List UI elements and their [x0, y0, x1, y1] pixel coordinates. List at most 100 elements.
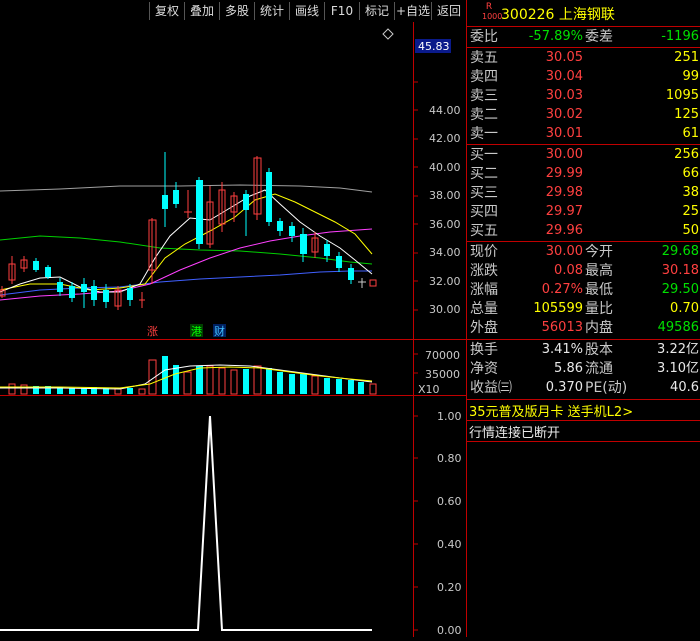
overlay-button[interactable]: 叠加	[184, 2, 219, 20]
buy-volume: 25	[682, 204, 699, 219]
restore-rights-button[interactable]: 复权	[149, 2, 184, 20]
quote-row: 涨跌 0.08 最高 30.18	[467, 262, 700, 280]
buy-row[interactable]: 买二 29.99 66	[467, 164, 700, 184]
sell-volume: 125	[674, 107, 699, 122]
order-ratio-label: 委比	[470, 29, 498, 45]
buy-row[interactable]: 买三 29.98 38	[467, 183, 700, 203]
fundamental-label: 收益㈢	[470, 380, 512, 396]
sell-label: 卖二	[470, 107, 498, 123]
finance-marker[interactable]: 财	[214, 324, 225, 338]
separator	[467, 420, 700, 421]
price-tick: 42.00	[429, 132, 461, 145]
fundamental-label: PE(动)	[585, 380, 628, 396]
add-watchlist-button[interactable]: +自选	[394, 2, 431, 20]
statistics-button[interactable]: 统计	[254, 2, 289, 20]
buy-row[interactable]: 买一 30.00 256	[467, 145, 700, 165]
diamond-icon[interactable]	[382, 28, 394, 40]
price-label: 45.83	[418, 40, 450, 53]
fundamental-label: 净资	[470, 361, 498, 377]
hk-connect-marker[interactable]: 港	[191, 325, 202, 338]
buy-label: 买二	[470, 166, 498, 182]
indicator-tick: 0.20	[437, 581, 462, 594]
sell-row[interactable]: 卖一 30.01 61	[467, 124, 700, 144]
buy-row[interactable]: 买四 29.97 25	[467, 202, 700, 222]
ma-grey-line	[0, 184, 373, 193]
separator	[467, 441, 700, 442]
price-tick: 38.00	[429, 189, 461, 202]
indicator-tick: 0.40	[437, 538, 462, 551]
stock-header: R 1000 300226 上海钢联	[467, 0, 700, 27]
sell-volume: 61	[682, 126, 699, 141]
buy-row[interactable]: 买五 29.96 50	[467, 221, 700, 241]
price-axis: 45.83 44.00 42.00 40.00 38.00 36.00 34.0…	[415, 39, 461, 316]
multi-stock-button[interactable]: 多股	[219, 2, 254, 20]
draw-line-button[interactable]: 画线	[289, 2, 324, 20]
total-shares: 3.22亿	[657, 342, 699, 357]
volume-unit: X10	[418, 383, 440, 396]
level-badge[interactable]: R 1000	[482, 2, 502, 22]
sell-volume: 251	[674, 50, 699, 65]
quote-row: 涨幅 0.27% 最低 29.50	[467, 281, 700, 299]
separator	[467, 339, 700, 340]
sell-row[interactable]: 卖三 30.03 1095	[467, 86, 700, 106]
sell-row[interactable]: 卖五 30.05 251	[467, 48, 700, 68]
limit-up-marker[interactable]: 涨	[147, 325, 158, 338]
fundamental-label: 股本	[585, 342, 613, 358]
quote-label: 现价	[470, 244, 498, 260]
sell-label: 卖四	[470, 69, 498, 85]
open-price: 29.68	[661, 244, 699, 259]
volume-tick: 70000	[425, 349, 460, 362]
sell-price: 30.04	[545, 69, 583, 84]
earnings-per-share: 0.370	[545, 380, 583, 395]
volume-ma-yellow	[0, 366, 373, 389]
sell-price: 30.03	[545, 88, 583, 103]
buy-price: 30.00	[545, 147, 583, 162]
price-tick: 40.00	[429, 161, 461, 174]
sell-row[interactable]: 卖四 30.04 99	[467, 67, 700, 87]
order-ratio-row: 委比 -57.89% 委差 -1196	[467, 27, 700, 47]
sell-volume: 99	[682, 69, 699, 84]
quote-label: 涨跌	[470, 263, 498, 279]
quote-row: 现价 30.00 今开 29.68	[467, 243, 700, 261]
mark-button[interactable]: 标记	[359, 2, 394, 20]
quote-label: 外盘	[470, 320, 498, 336]
buy-volume: 38	[682, 185, 699, 200]
net-assets: 5.86	[554, 361, 583, 376]
outer-volume: 56013	[541, 320, 583, 335]
f10-button[interactable]: F10	[324, 2, 359, 20]
quote-label: 内盘	[585, 320, 613, 336]
volume-tick: 35000	[425, 368, 460, 381]
sell-label: 卖三	[470, 88, 498, 104]
buy-price: 29.97	[545, 204, 583, 219]
sell-price: 30.01	[545, 126, 583, 141]
buy-price: 29.98	[545, 185, 583, 200]
quote-label: 今开	[585, 244, 613, 260]
candles	[0, 152, 377, 310]
volume-axis: 70000 35000 X10	[418, 349, 460, 396]
promo-link[interactable]: 35元普及版月卡 送手机L2>	[469, 401, 633, 420]
indicator-line	[0, 415, 372, 631]
separator	[467, 399, 700, 400]
chart-area[interactable]: 45.83 44.00 42.00 40.00 38.00 36.00 34.0…	[0, 22, 466, 637]
price-tick: 44.00	[429, 104, 461, 117]
ma-blue-line	[0, 270, 372, 296]
chart-toolbar: 复权 叠加 多股 统计 画线 F10 标记 +自选 返回	[0, 0, 466, 22]
indicator-axis: 1.00 0.80 0.60 0.40 0.20 0.00	[437, 410, 462, 637]
order-ratio-value: -57.89%	[528, 29, 583, 44]
inner-volume: 49586	[657, 320, 699, 335]
sell-volume: 1095	[665, 88, 699, 103]
change-percent: 0.27%	[541, 282, 583, 297]
fundamental-row: 收益㈢ 0.370 PE(动) 40.6	[467, 379, 700, 397]
sell-row[interactable]: 卖二 30.02 125	[467, 105, 700, 125]
back-button[interactable]: 返回	[431, 2, 466, 20]
price-tick: 36.00	[429, 218, 461, 231]
price-change: 0.08	[554, 263, 583, 278]
buy-volume: 66	[682, 166, 699, 181]
ma-yellow-line	[0, 193, 373, 291]
sell-price: 30.05	[545, 50, 583, 65]
order-diff-label: 委差	[585, 29, 613, 45]
price-tick: 34.00	[429, 246, 461, 259]
quote-row: 总量 105599 量比 0.70	[467, 300, 700, 318]
sell-price: 30.02	[545, 107, 583, 122]
kline-chart-svg[interactable]: 45.83 44.00 42.00 40.00 38.00 36.00 34.0…	[0, 22, 466, 637]
